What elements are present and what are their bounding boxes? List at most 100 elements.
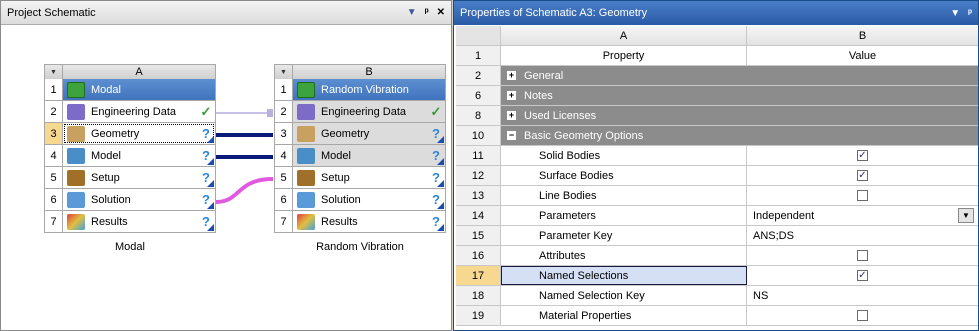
system-b-random-vibration[interactable]: ▼ B 1 Random Vibration 2 Engineering Dat… [274,64,446,233]
system-row[interactable]: 3 Geometry? [44,123,216,145]
context-menu-icon[interactable] [437,202,444,209]
parameters-dropdown[interactable]: Independent [753,210,814,222]
property-name[interactable]: Attributes [501,246,747,265]
value-cell[interactable]: NS [747,286,978,305]
property-row[interactable]: 16 Attributes [456,246,978,266]
property-label: Solid Bodies [539,149,601,162]
property-value-field[interactable]: NS [753,290,768,302]
property-row[interactable]: 6 + Notes [456,86,978,106]
column-b-header[interactable]: B [747,26,978,45]
context-menu-icon[interactable] [207,202,214,209]
model-icon [297,147,315,164]
value-cell[interactable] [747,186,978,205]
system-menu-icon[interactable]: ▼ [45,65,63,79]
system-menu-icon[interactable]: ▼ [275,65,293,79]
context-menu-icon[interactable] [207,158,214,165]
group-header[interactable]: + Used Licenses [501,106,978,125]
system-row[interactable]: 1 Modal [44,79,216,101]
property-checkbox[interactable]: ✓ [857,270,868,281]
system-b-caption[interactable]: Random Vibration [274,241,446,253]
system-row[interactable]: 1 Random Vibration [274,79,446,101]
property-name[interactable]: Material Properties [501,306,747,325]
property-row[interactable]: 11 Solid Bodies ✓ [456,146,978,166]
system-title[interactable]: Random Vibration [321,84,445,96]
context-menu-icon[interactable] [437,158,444,165]
system-row[interactable]: 4 Model? [44,145,216,167]
property-row[interactable]: 13 Line Bodies [456,186,978,206]
property-name[interactable]: Line Bodies [501,186,747,205]
expand-icon[interactable]: + [507,111,516,120]
properties-titlebar: Properties of Schematic A3: Geometry ▼ ᵖ [454,1,978,25]
expand-icon[interactable]: + [507,71,516,80]
value-column-title: Value [848,49,877,62]
system-row[interactable]: 6 Solution? [274,189,446,211]
value-cell[interactable]: ANS;DS [747,226,978,245]
property-row[interactable]: 15 Parameter Key ANS;DS [456,226,978,246]
property-checkbox[interactable] [857,310,868,321]
panel-menu-icon[interactable]: ▼ [407,7,417,18]
property-row[interactable]: 19 Material Properties [456,306,978,326]
close-icon[interactable]: ✕ [437,7,445,18]
panel-menu-icon[interactable]: ▼ [950,8,960,19]
context-menu-icon[interactable] [207,136,214,143]
value-cell[interactable] [747,246,978,265]
system-row[interactable]: 6 Solution? [44,189,216,211]
system-row[interactable]: 5 Setup? [44,167,216,189]
system-row[interactable]: 4 Model? [274,145,446,167]
context-menu-icon[interactable] [207,224,214,231]
context-menu-icon[interactable] [437,180,444,187]
property-checkbox[interactable]: ✓ [857,150,868,161]
property-name[interactable]: Solid Bodies [501,146,747,165]
property-checkbox[interactable] [857,250,868,261]
properties-table: A B 1 Property Value 2 + General 6 + Notes 8 + U… [456,26,978,326]
system-a-modal[interactable]: ▼ A 1 Modal 2 Engineering Data ✓ 3 Geomet… [44,64,216,233]
property-row[interactable]: 2 + General [456,66,978,86]
model-icon [67,147,85,164]
property-row[interactable]: 8 + Used Licenses [456,106,978,126]
system-row[interactable]: 5 Setup? [274,167,446,189]
solution-icon [297,191,315,208]
property-checkbox[interactable]: ✓ [857,170,868,181]
results-icon [297,213,315,230]
system-row[interactable]: 7 Results? [44,211,216,233]
column-letter-row: A B [456,26,978,46]
property-label: Parameter Key [539,229,613,242]
value-cell[interactable]: ✓ [747,266,978,285]
panel-title: Properties of Schematic A3: Geometry [460,7,648,19]
value-cell[interactable] [747,306,978,325]
column-a-header[interactable]: A [501,26,747,45]
property-name[interactable]: Parameters [501,206,747,225]
geometry-icon [67,125,85,142]
property-row[interactable]: 12 Surface Bodies ✓ [456,166,978,186]
group-header[interactable]: + Notes [501,86,978,105]
system-row[interactable]: 2 Engineering Data ✓ [274,101,446,123]
group-header[interactable]: + General [501,66,978,85]
system-row[interactable]: 7 Results? [274,211,446,233]
property-row[interactable]: 17 Named Selections ✓ [456,266,978,286]
property-value-field[interactable]: ANS;DS [753,230,794,242]
system-row[interactable]: 3 Geometry? [274,123,446,145]
property-name[interactable]: Named Selections [501,266,747,285]
context-menu-icon[interactable] [437,224,444,231]
expand-icon[interactable]: + [507,91,516,100]
context-menu-icon[interactable] [207,180,214,187]
value-cell[interactable]: ✓ [747,166,978,185]
value-cell[interactable]: Independent ▼ [747,206,978,225]
system-a-caption[interactable]: Modal [44,241,216,253]
property-name[interactable]: Named Selection Key [501,286,747,305]
value-cell[interactable]: ✓ [747,146,978,165]
property-row[interactable]: 10− Basic Geometry Options [456,126,978,146]
property-row[interactable]: 14 Parameters Independent ▼ [456,206,978,226]
property-name[interactable]: Surface Bodies [501,166,747,185]
property-checkbox[interactable] [857,190,868,201]
collapse-icon[interactable]: − [507,131,516,140]
group-header[interactable]: − Basic Geometry Options [501,126,978,145]
context-menu-icon[interactable] [437,136,444,143]
system-title[interactable]: Modal [91,84,215,96]
property-name[interactable]: Parameter Key [501,226,747,245]
pin-icon[interactable]: ᵖ [968,8,972,19]
system-row[interactable]: 2 Engineering Data ✓ [44,101,216,123]
pin-icon[interactable]: ᵖ [425,7,429,18]
property-row[interactable]: 18 Named Selection Key NS [456,286,978,306]
dropdown-arrow-icon[interactable]: ▼ [958,208,974,223]
